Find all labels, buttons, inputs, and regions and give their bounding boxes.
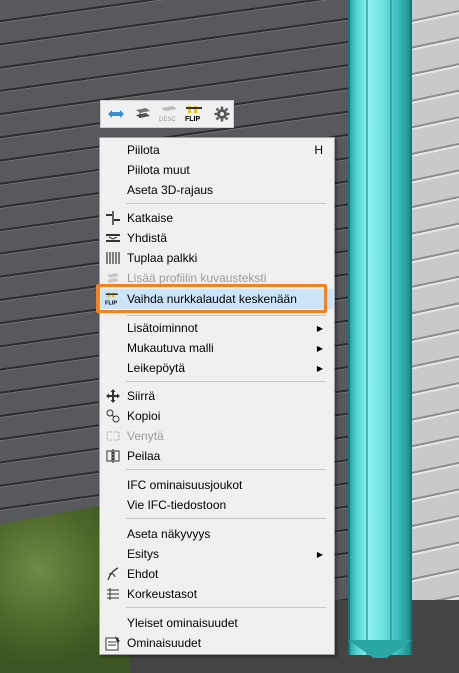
menu-item-peilaa[interactable]: Peilaa xyxy=(101,446,333,466)
highlight-outline xyxy=(96,284,327,313)
submenu-arrow-icon: ▶ xyxy=(316,549,323,559)
menu-item-aseta-nakyvyys[interactable]: Aseta näkyvyys xyxy=(101,524,333,544)
menu-item-label: Tuplaa palkki xyxy=(127,251,198,265)
menu-item-label: Siirrä xyxy=(127,389,156,403)
menu-item-label: Esitys xyxy=(127,547,160,561)
submenu-arrow-icon: ▶ xyxy=(316,343,323,353)
menu-item-leikepoyta[interactable]: Leikepöytä ▶ xyxy=(101,358,333,378)
menu-item-label: Yleiset ominaisuudet xyxy=(127,616,238,630)
menu-item-label: Piilota muut xyxy=(127,163,190,177)
levels-icon xyxy=(105,586,121,602)
menu-item-label: Peilaa xyxy=(127,449,161,463)
menu-item-label: Yhdistä xyxy=(127,231,168,245)
menu-separator xyxy=(126,203,326,204)
menu-item-yhdista[interactable]: Yhdistä xyxy=(101,228,333,248)
menu-separator xyxy=(126,469,326,470)
beam-tool-icon[interactable] xyxy=(131,103,153,125)
menu-item-label: Aseta 3D-rajaus xyxy=(127,183,214,197)
menu-item-lisatoiminnot[interactable]: Lisätoiminnot ▶ xyxy=(101,318,333,338)
menu-separator xyxy=(126,315,326,316)
submenu-arrow-icon: ▶ xyxy=(316,323,323,333)
menu-item-piilota[interactable]: Piilota H xyxy=(101,140,333,160)
menu-item-mukautuva-malli[interactable]: Mukautuva malli ▶ xyxy=(101,338,333,358)
cut-icon xyxy=(105,210,121,226)
context-menu: Piilota H Piilota muut Aseta 3D-rajaus K… xyxy=(99,137,335,655)
menu-item-piilota-muut[interactable]: Piilota muut xyxy=(101,160,333,180)
gear-icon[interactable] xyxy=(211,103,233,125)
double-beam-icon xyxy=(105,250,121,266)
flip-icon[interactable]: FLIP xyxy=(184,103,206,125)
flip-icon-label: FLIP xyxy=(185,116,200,123)
menu-item-tuplaa-palkki[interactable]: Tuplaa palkki xyxy=(101,248,333,268)
menu-item-ifc-ominaisuusjoukot[interactable]: IFC ominaisuusjoukot xyxy=(101,475,333,495)
submenu-arrow-icon: ▶ xyxy=(316,363,323,373)
menu-item-label: Piilota xyxy=(127,143,160,157)
menu-item-shortcut: H xyxy=(314,143,323,157)
menu-separator xyxy=(126,607,326,608)
menu-item-label: Ehdot xyxy=(127,567,159,581)
menu-item-label: Kopioi xyxy=(127,409,161,423)
menu-item-vie-ifc-tiedostoon[interactable]: Vie IFC-tiedostoon xyxy=(101,495,333,515)
swap-arrows-icon[interactable] xyxy=(105,103,127,125)
properties-icon xyxy=(105,635,121,651)
menu-item-label: Lisätoiminnot xyxy=(127,321,198,335)
menu-item-label: Vie IFC-tiedostoon xyxy=(127,498,227,512)
conditions-icon xyxy=(105,566,121,582)
menu-item-ominaisuudet[interactable]: Ominaisuudet xyxy=(101,633,333,653)
menu-item-label: Mukautuva malli xyxy=(127,341,214,355)
copy-icon xyxy=(105,408,121,424)
menu-item-kopioi[interactable]: Kopioi xyxy=(101,406,333,426)
mini-toolbar: DESC FLIP xyxy=(100,100,234,128)
menu-item-label: Lisää profiilin kuvausteksti xyxy=(127,271,267,285)
menu-item-katkaise[interactable]: Katkaise xyxy=(101,208,333,228)
menu-item-yleiset-ominaisuudet[interactable]: Yleiset ominaisuudet xyxy=(101,613,333,633)
move-icon xyxy=(105,388,121,404)
join-icon xyxy=(105,230,121,246)
desc-icon-label: DESC xyxy=(159,117,176,123)
menu-item-korkeustasot[interactable]: Korkeustasot xyxy=(101,584,333,604)
menu-item-ehdot[interactable]: Ehdot xyxy=(101,564,333,584)
menu-separator xyxy=(126,381,326,382)
menu-item-label: Katkaise xyxy=(127,211,174,225)
menu-item-siirra[interactable]: Siirrä xyxy=(101,386,333,406)
menu-item-label: Venytä xyxy=(127,429,164,443)
menu-item-label: Aseta näkyvyys xyxy=(127,527,211,541)
menu-item-esitys[interactable]: Esitys ▶ xyxy=(101,544,333,564)
menu-item-label: Leikepöytä xyxy=(127,361,186,375)
desc-icon[interactable]: DESC xyxy=(158,103,180,125)
menu-item-aseta-3d-rajaus[interactable]: Aseta 3D-rajaus xyxy=(101,180,333,200)
mirror-icon xyxy=(105,448,121,464)
menu-item-label: Korkeustasot xyxy=(127,587,198,601)
menu-item-label: Ominaisuudet xyxy=(127,636,202,650)
stretch-icon xyxy=(105,428,121,444)
selected-corner-board[interactable] xyxy=(348,0,412,655)
menu-separator xyxy=(126,518,326,519)
menu-item-venyta[interactable]: Venytä xyxy=(101,426,333,446)
menu-item-label: IFC ominaisuusjoukot xyxy=(127,478,243,492)
